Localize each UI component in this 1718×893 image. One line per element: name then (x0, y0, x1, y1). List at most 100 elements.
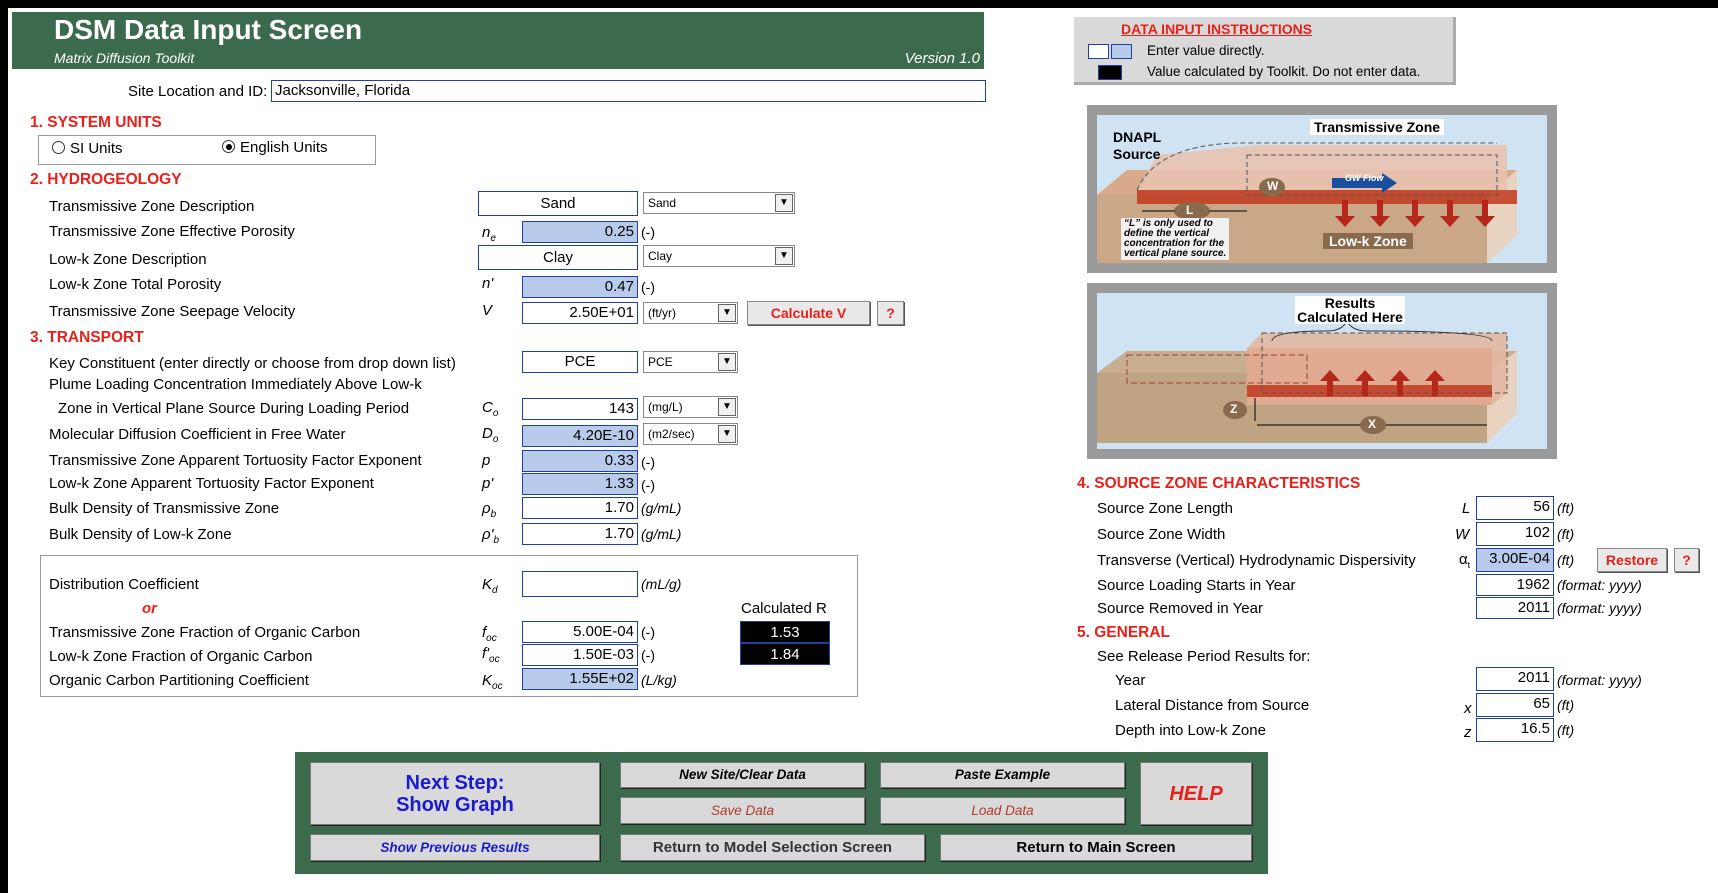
si-units-option[interactable]: SI Units (52, 140, 123, 157)
velocity-unit-select[interactable]: (ft/yr) ▼ (643, 302, 738, 324)
return-to-main-screen-button[interactable]: Return to Main Screen (940, 834, 1252, 861)
trans-desc-select[interactable]: Sand ▼ (643, 192, 795, 214)
diffusion-unit-value: (m2/sec) (648, 427, 695, 441)
diffusion-value: 4.20E-10 (522, 425, 638, 447)
new-site-clear-data-button[interactable]: New Site/Clear Data (620, 762, 865, 788)
x-dimension-label: X (1368, 417, 1377, 431)
dropdown-arrow-icon[interactable]: ▼ (775, 247, 793, 265)
results-label: Results Calculated Here (1295, 296, 1405, 324)
source-width-label: Source Zone Width (1097, 526, 1226, 543)
hydrogeology-heading: 2. HYDROGEOLOGY (30, 171, 182, 188)
velocity-unit-value: (ft/yr) (648, 306, 676, 320)
diffusion-unit-select[interactable]: (m2/sec) ▼ (643, 423, 738, 445)
velocity-label: Transmissive Zone Seepage Velocity (49, 303, 296, 320)
paste-example-button[interactable]: Paste Example (880, 762, 1125, 788)
source-start-input[interactable]: 1962 (1476, 574, 1554, 596)
constituent-select[interactable]: PCE ▼ (643, 351, 738, 373)
dispersivity-help-button[interactable]: ? (1674, 548, 1699, 572)
velocity-help-button[interactable]: ? (877, 301, 904, 325)
dropdown-arrow-icon[interactable]: ▼ (718, 304, 736, 322)
transport-heading: 3. TRANSPORT (30, 329, 144, 346)
calculate-v-button[interactable]: Calculate V (747, 301, 870, 325)
source-removed-input[interactable]: 2011 (1476, 597, 1554, 619)
lateral-distance-label: Lateral Distance from Source (1115, 697, 1310, 714)
plume-label-line1: Plume Loading Concentration Immediately … (49, 376, 422, 393)
co-unit-value: (mg/L) (648, 400, 683, 414)
l-dimension-label: L (1186, 203, 1194, 217)
l-symbol: L (1462, 500, 1471, 517)
english-units-radio[interactable] (222, 140, 235, 153)
calculated-r-label: Calculated R (741, 600, 827, 617)
window-left-border (0, 0, 8, 893)
year-input[interactable]: 2011 (1476, 667, 1554, 691)
kd-input[interactable] (522, 571, 638, 597)
dispersivity-value: 3.00E-04 (1476, 548, 1554, 572)
help-button[interactable]: HELP (1140, 762, 1252, 825)
constituent-input[interactable]: PCE (522, 351, 638, 373)
results-diagram: Results Calculated Here Z X (1087, 283, 1557, 459)
lowk-porosity-label: Low-k Zone Total Porosity (49, 276, 222, 293)
v-symbol: V (482, 302, 493, 319)
lateral-distance-input[interactable]: 65 (1476, 693, 1554, 717)
trans-porosity-value: 0.25 (522, 221, 638, 243)
release-period-label: See Release Period Results for: (1097, 648, 1311, 665)
constituent-label: Key Constituent (enter directly or choos… (49, 355, 456, 372)
english-units-option[interactable]: English Units (222, 139, 328, 156)
w-dimension-label: W (1267, 179, 1279, 193)
dispersivity-unit: (ft) (1557, 552, 1575, 568)
dropdown-arrow-icon[interactable]: ▼ (718, 353, 736, 371)
co-input[interactable]: 143 (522, 398, 638, 420)
kd-label: Distribution Coefficient (49, 576, 199, 593)
kd-unit: (mL/g) (641, 576, 682, 592)
next-step-show-graph-button[interactable]: Next Step: Show Graph (310, 762, 600, 825)
co-unit-select[interactable]: (mg/L) ▼ (643, 396, 738, 418)
foc-lowk-input[interactable]: 1.50E-03 (522, 644, 638, 666)
depth-input[interactable]: 16.5 (1476, 718, 1554, 742)
instructions-line2: Value calculated by Toolkit. Do not ente… (1147, 64, 1421, 79)
show-previous-results-button[interactable]: Show Previous Results (310, 834, 600, 861)
title-banner: DSM Data Input Screen Matrix Diffusion T… (12, 12, 984, 69)
next-step-label: Next Step: (405, 772, 505, 794)
source-width-input[interactable]: 102 (1476, 522, 1554, 546)
trans-desc-input[interactable]: Sand (478, 191, 638, 216)
return-to-model-selection-button[interactable]: Return to Model Selection Screen (620, 834, 925, 861)
foc-trans-input[interactable]: 5.00E-04 (522, 621, 638, 643)
diffusion-label: Molecular Diffusion Coefficient in Free … (49, 426, 346, 443)
site-label: Site Location and ID: (128, 83, 268, 100)
bulk-trans-input[interactable]: 1.70 (522, 497, 638, 519)
trans-desc-select-value: Sand (648, 196, 677, 210)
source-label: Source (1113, 146, 1161, 162)
w-symbol: W (1455, 526, 1470, 543)
si-units-radio[interactable] (52, 141, 65, 154)
p-prime-symbol: p' (482, 475, 494, 492)
dropdown-arrow-icon[interactable]: ▼ (775, 194, 793, 212)
version-label: Version 1.0 (904, 50, 980, 67)
r-trans-value: 1.53 (740, 621, 830, 643)
year-unit: (format: yyyy) (1557, 672, 1642, 688)
load-data-button[interactable]: Load Data (880, 797, 1125, 824)
lowk-desc-input[interactable]: Clay (478, 245, 638, 270)
restore-button[interactable]: Restore (1597, 548, 1667, 572)
l-note: “L” is only used to define the vertical co… (1121, 218, 1230, 260)
site-location-input[interactable]: Jacksonville, Florida (271, 80, 986, 102)
koc-unit: (L/kg) (641, 672, 677, 688)
z-dimension-label: Z (1230, 402, 1238, 416)
dropdown-arrow-icon[interactable]: ▼ (718, 425, 736, 443)
alpha-t-symbol: αt (1459, 551, 1471, 570)
instructions-line1: Enter value directly. (1147, 43, 1265, 58)
dropdown-arrow-icon[interactable]: ▼ (718, 398, 736, 416)
koc-value: 1.55E+02 (522, 668, 638, 690)
bulk-lowk-input[interactable]: 1.70 (522, 523, 638, 545)
source-removed-unit: (format: yyyy) (1557, 600, 1642, 616)
lowk-porosity-unit: (-) (641, 279, 655, 295)
transmissive-zone-label: Transmissive Zone (1310, 119, 1445, 135)
source-removed-label: Source Removed in Year (1097, 600, 1263, 617)
velocity-input[interactable]: 2.50E+01 (522, 302, 638, 324)
ne-symbol: ne (482, 224, 496, 244)
lowk-desc-select[interactable]: Clay ▼ (643, 245, 795, 267)
source-length-input[interactable]: 56 (1476, 496, 1554, 520)
page-subtitle: Matrix Diffusion Toolkit (54, 50, 195, 66)
x-symbol: x (1464, 700, 1472, 717)
save-data-button[interactable]: Save Data (620, 797, 865, 824)
source-width-unit: (ft) (1557, 526, 1575, 542)
